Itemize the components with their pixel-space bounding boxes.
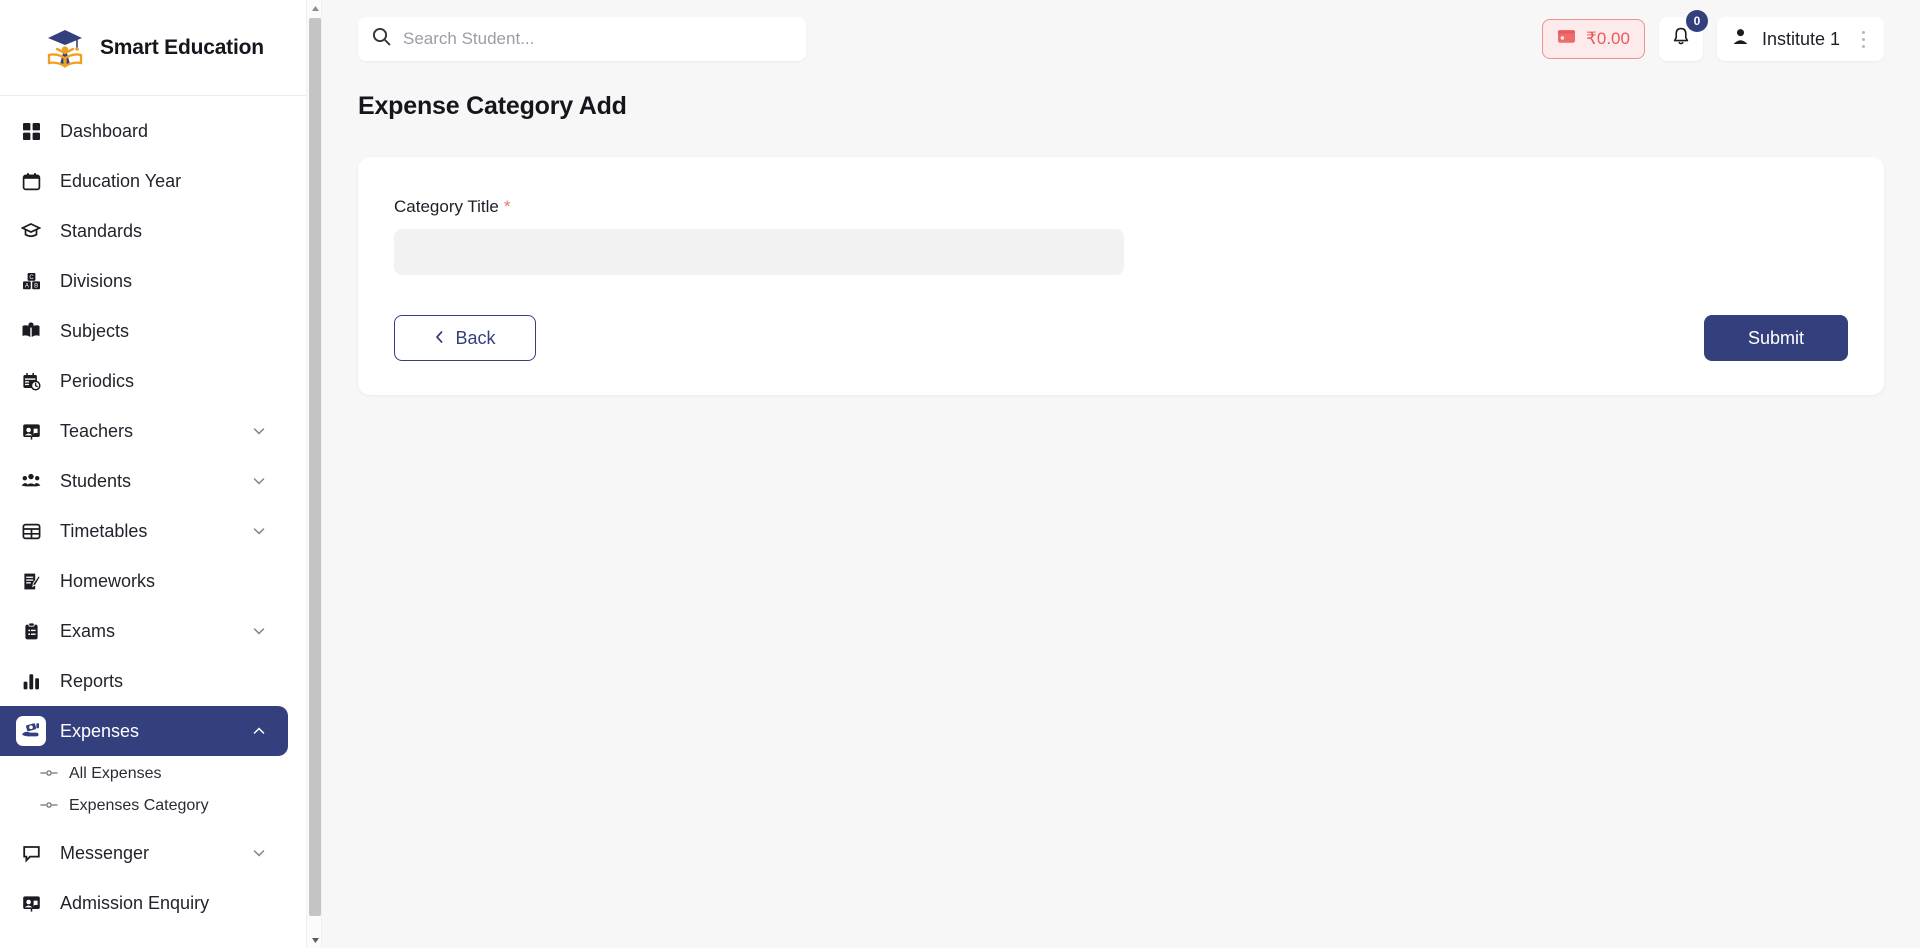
user-menu[interactable]: Institute 1 — [1716, 17, 1884, 61]
chevron-up-icon[interactable] — [252, 724, 266, 738]
sidebar: Smart Education Dashboard Education Year — [0, 0, 306, 948]
chevron-down-icon[interactable] — [252, 424, 266, 438]
sidebar-subnav-expenses: All Expenses Expenses Category — [0, 756, 306, 828]
chevron-down-icon[interactable] — [252, 474, 266, 488]
graduation-cap-icon — [16, 216, 46, 246]
user-name: Institute 1 — [1761, 28, 1840, 49]
notebook-pencil-icon — [16, 566, 46, 596]
sidebar-item-label: Exams — [60, 620, 116, 641]
bar-chart-icon — [16, 666, 46, 696]
sidebar-item-label: Expenses — [60, 720, 140, 741]
calendar-clock-icon — [16, 366, 46, 396]
svg-text:C: C — [29, 275, 34, 281]
sidebar-item-timetables[interactable]: Timetables — [0, 506, 288, 556]
search-bar[interactable] — [358, 17, 806, 61]
wallet-amount: ₹0.00 — [1586, 29, 1630, 48]
svg-text:B: B — [34, 283, 38, 289]
sidebar-item-teachers[interactable]: Teachers — [0, 406, 288, 456]
submit-button[interactable]: Submit — [1704, 315, 1848, 361]
back-button-label: Back — [455, 327, 496, 348]
bell-icon — [1670, 26, 1692, 53]
form-actions: Back Submit — [394, 315, 1848, 361]
chevron-down-icon[interactable] — [252, 846, 266, 860]
dash-circle-bullet-icon — [40, 797, 58, 815]
brand[interactable]: Smart Education — [0, 0, 306, 96]
clipboard-list-icon — [16, 616, 46, 646]
sidebar-item-label: Teachers — [60, 420, 134, 441]
back-button[interactable]: Back — [394, 315, 536, 361]
triangle-up-icon[interactable] — [307, 0, 323, 16]
sidebar-item-admission-enquiry[interactable]: Admission Enquiry — [0, 878, 288, 928]
chevron-down-icon[interactable] — [252, 624, 266, 638]
brand-name: Smart Education — [100, 35, 264, 59]
open-book-icon — [16, 316, 46, 346]
sidebar-item-label: Admission Enquiry — [60, 892, 210, 913]
notification-count-badge: 0 — [1685, 10, 1708, 32]
abc-blocks-icon: C A B — [16, 266, 46, 296]
sidebar-item-expenses[interactable]: Expenses — [0, 706, 288, 756]
wallet-balance-button[interactable]: ₹0.00 — [1542, 19, 1645, 59]
sidebar-nav: Dashboard Education Year Standards C A B… — [0, 96, 306, 928]
grid-dashboard-icon — [16, 116, 46, 146]
sidebar-item-homeworks[interactable]: Homeworks — [0, 556, 288, 606]
sidebar-item-education-year[interactable]: Education Year — [0, 156, 288, 206]
calendar-icon — [16, 166, 46, 196]
sidebar-item-divisions[interactable]: C A B Divisions — [0, 256, 288, 306]
users-group-icon — [16, 466, 46, 496]
sidebar-item-students[interactable]: Students — [0, 456, 288, 506]
sidebar-item-reports[interactable]: Reports — [0, 656, 288, 706]
sidebar-subitem-expenses-category[interactable]: Expenses Category — [0, 790, 306, 822]
sidebar-item-label: Timetables — [60, 520, 148, 541]
search-icon — [372, 27, 391, 51]
sidebar-item-label: Dashboard — [60, 120, 149, 141]
chevron-down-icon[interactable] — [252, 524, 266, 538]
sidebar-item-subjects[interactable]: Subjects — [0, 306, 288, 356]
sidebar-item-label: Reports — [60, 670, 124, 691]
topbar: ₹0.00 0 Institute 1 — [322, 0, 1920, 78]
sidebar-item-standards[interactable]: Standards — [0, 206, 288, 256]
category-title-label-text: Category Title — [394, 197, 499, 216]
chat-bubble-icon — [16, 838, 46, 868]
category-title-input[interactable] — [394, 229, 1124, 275]
sidebar-item-messenger[interactable]: Messenger — [0, 828, 288, 878]
hand-money-icon — [16, 716, 46, 746]
app-root: Smart Education Dashboard Education Year — [0, 0, 1920, 948]
sidebar-item-label: Standards — [60, 220, 143, 241]
page-title: Expense Category Add — [358, 92, 627, 120]
sidebar-item-label: Homeworks — [60, 570, 156, 591]
sidebar-item-label: Divisions — [60, 270, 133, 291]
sidebar-subitem-label: Expenses Category — [69, 797, 209, 814]
sidebar-item-dashboard[interactable]: Dashboard — [0, 106, 288, 156]
vertical-dots-icon[interactable] — [1852, 24, 1874, 54]
graduation-cap-book-logo-icon — [44, 27, 86, 69]
sidebar-item-label: Students — [60, 470, 132, 491]
required-asterisk: * — [503, 197, 511, 216]
sidebar-item-label: Periodics — [60, 370, 135, 391]
svg-text:A: A — [24, 283, 28, 289]
triangle-down-icon[interactable] — [307, 932, 323, 948]
sidebar-item-periodics[interactable]: Periodics — [0, 356, 288, 406]
page-scrollbar[interactable] — [306, 0, 322, 948]
teacher-board-icon — [16, 888, 46, 918]
sidebar-subitem-all-expenses[interactable]: All Expenses — [0, 758, 306, 790]
table-grid-icon — [16, 516, 46, 546]
sidebar-item-exams[interactable]: Exams — [0, 606, 288, 656]
wallet-icon — [1557, 28, 1576, 50]
teacher-board-icon — [16, 416, 46, 446]
sidebar-subitem-label: All Expenses — [69, 765, 162, 782]
sidebar-item-label: Education Year — [60, 170, 182, 191]
dash-circle-bullet-icon — [40, 765, 58, 783]
sidebar-item-label: Subjects — [60, 320, 130, 341]
sidebar-item-label: Messenger — [60, 842, 150, 863]
chevron-left-icon — [434, 328, 445, 349]
expense-category-form-card: Category Title * Back Submit — [358, 157, 1884, 395]
topbar-actions: ₹0.00 0 Institute 1 — [1542, 10, 1884, 61]
scrollbar-thumb[interactable] — [309, 18, 321, 916]
user-icon — [1731, 27, 1750, 51]
search-input[interactable] — [403, 17, 792, 61]
category-title-label: Category Title * — [394, 197, 1848, 217]
main-content: ₹0.00 0 Institute 1 — [306, 0, 1920, 948]
notifications-button[interactable]: 0 — [1658, 10, 1708, 61]
